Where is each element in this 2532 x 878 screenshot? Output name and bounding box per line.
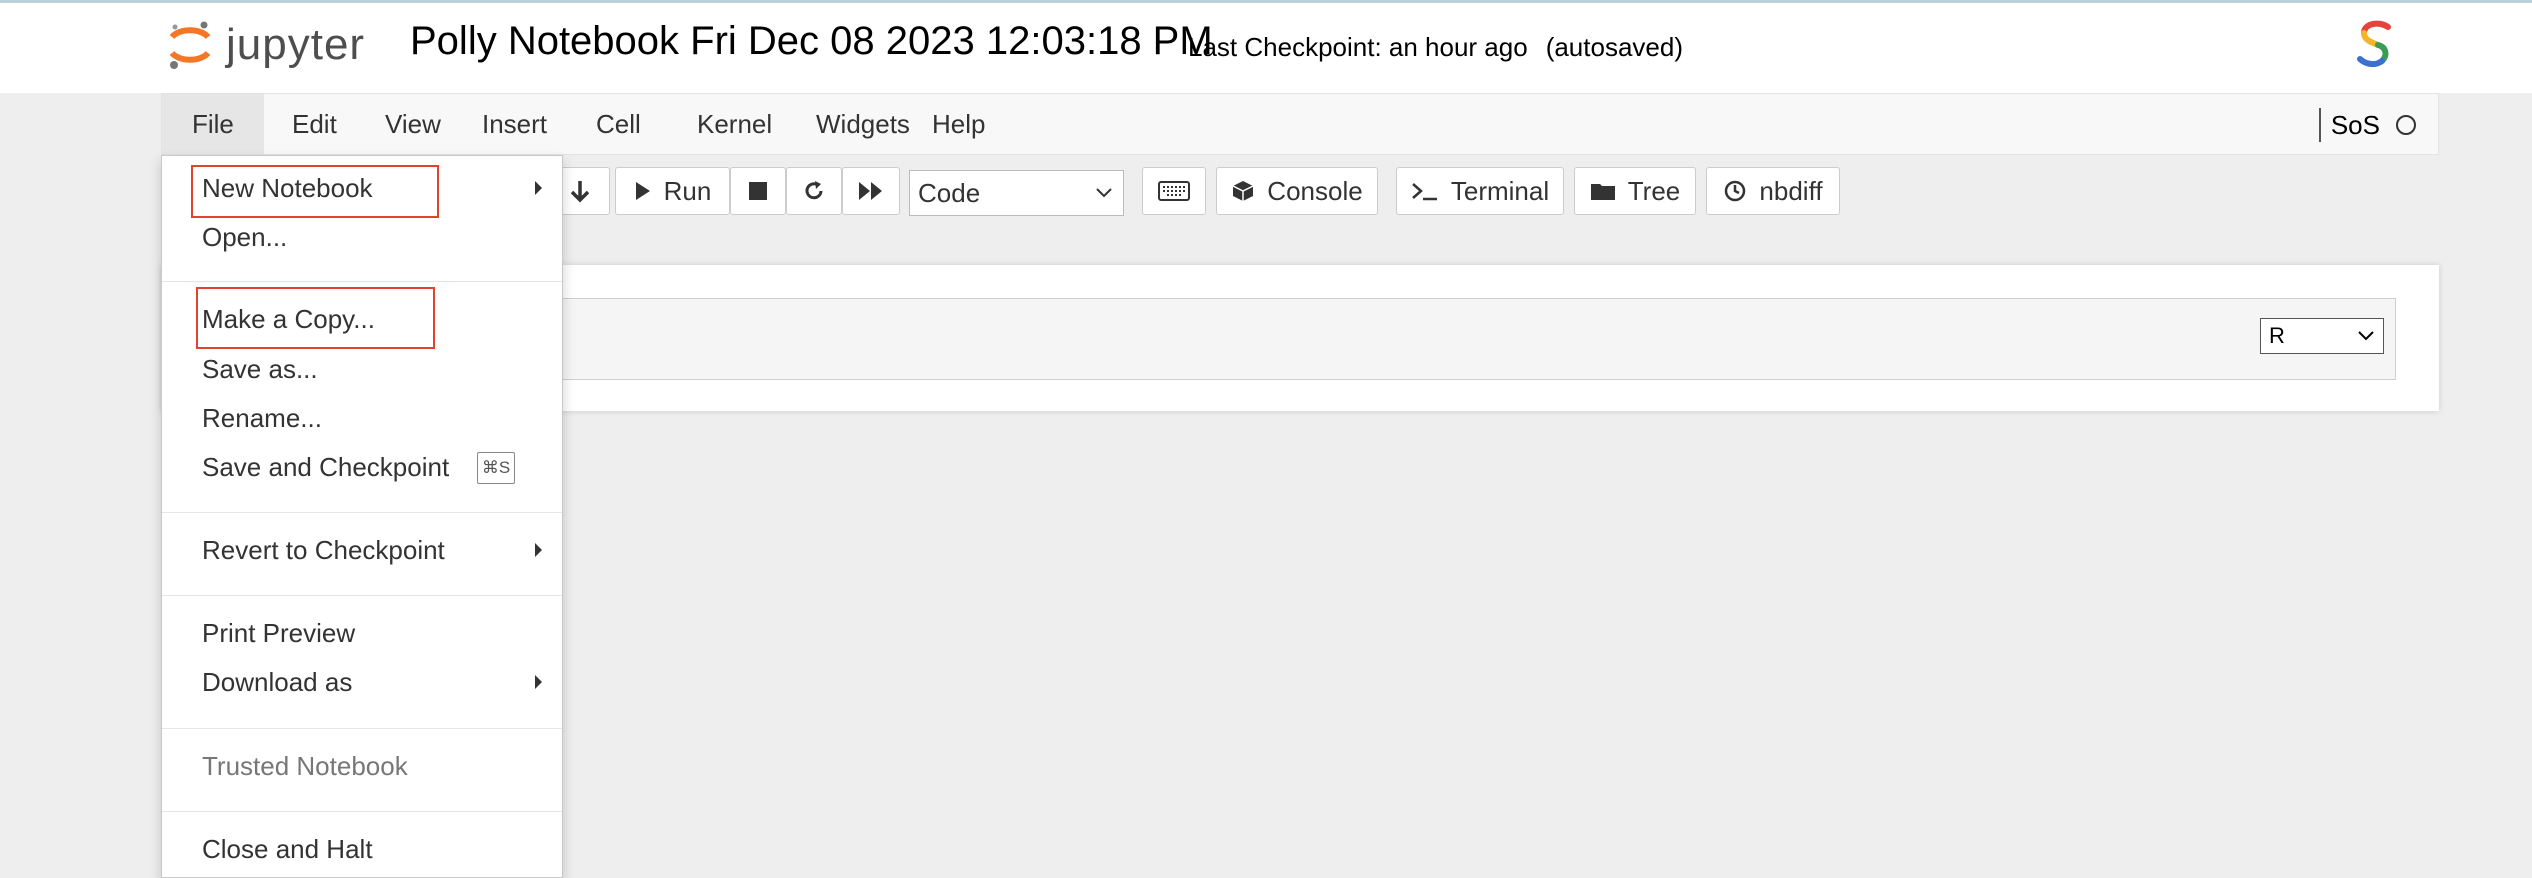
run-label: Run — [663, 175, 712, 206]
command-palette-button[interactable] — [1142, 167, 1206, 215]
cell-language-value: R — [2269, 323, 2285, 348]
keyboard-icon — [1158, 181, 1190, 201]
cell-type-select[interactable]: Code — [909, 170, 1124, 216]
menu-item-trusted-notebook: Trusted Notebook — [202, 751, 408, 781]
menu-divider — [162, 512, 562, 513]
tree-button[interactable]: Tree — [1574, 167, 1696, 215]
nbdiff-button[interactable]: nbdiff — [1706, 167, 1840, 215]
stop-icon — [748, 181, 768, 201]
menu-item-save-checkpoint[interactable]: Save and Checkpoint — [202, 451, 449, 483]
menu-item-revert-checkpoint[interactable]: Revert to Checkpoint — [202, 534, 445, 566]
menu-item-rename[interactable]: Rename... — [202, 402, 322, 434]
terminal-label: Terminal — [1450, 175, 1550, 206]
nbdiff-label: nbdiff — [1759, 175, 1823, 206]
kernel-indicator[interactable]: SoS — [2318, 108, 2416, 142]
restart-icon — [802, 179, 826, 203]
notebook-header: jupyter Polly Notebook Fri Dec 08 2023 1… — [0, 0, 2532, 93]
jupyter-logo[interactable]: jupyter — [166, 15, 365, 75]
arrow-down-icon — [569, 179, 591, 203]
submenu-caret-icon — [535, 181, 542, 195]
menu-insert[interactable]: Insert — [452, 94, 577, 154]
menu-item-download-as[interactable]: Download as — [202, 666, 352, 698]
cell-type-value: Code — [918, 178, 981, 208]
cell-language-select[interactable]: R — [2260, 318, 2384, 354]
menu-item-print-preview[interactable]: Print Preview — [202, 617, 355, 649]
chevron-down-icon — [1095, 171, 1113, 228]
tree-label: Tree — [1627, 175, 1681, 206]
checkpoint-status: Last Checkpoint: an hour ago (autosaved) — [1188, 32, 1683, 63]
interrupt-button[interactable] — [730, 167, 786, 215]
clock-icon — [1723, 179, 1747, 203]
menu-divider — [162, 728, 562, 729]
fast-forward-icon — [857, 180, 885, 202]
checkpoint-text: Last Checkpoint: an hour ago — [1188, 32, 1528, 62]
jupyter-logo-text: jupyter — [226, 20, 366, 69]
cube-icon — [1231, 179, 1255, 203]
jupyter-logo-icon — [169, 21, 211, 69]
notebook-title[interactable]: Polly Notebook Fri Dec 08 2023 12:03:18 … — [410, 19, 1213, 64]
submenu-caret-icon — [535, 543, 542, 557]
kernel-separator — [2318, 108, 2321, 142]
menu-kernel[interactable]: Kernel — [667, 94, 802, 154]
restart-run-all-button[interactable] — [842, 167, 900, 215]
menu-divider — [162, 811, 562, 812]
terminal-button[interactable]: Terminal — [1396, 167, 1564, 215]
kernel-idle-icon — [2396, 115, 2416, 135]
notebook-cell[interactable] — [338, 298, 2396, 380]
menu-item-save-as[interactable]: Save as... — [202, 353, 318, 385]
menu-divider — [162, 281, 562, 282]
menu-file[interactable]: File — [162, 94, 264, 154]
menu-item-new-notebook[interactable]: New Notebook — [202, 172, 373, 204]
menu-help[interactable]: Help — [902, 94, 1015, 154]
submenu-caret-icon — [535, 675, 542, 689]
run-button[interactable]: Run — [615, 167, 730, 215]
menu-cell[interactable]: Cell — [566, 94, 671, 154]
file-menu-dropdown: New Notebook Open... Make a Copy... Save… — [161, 155, 563, 878]
menu-item-open[interactable]: Open... — [202, 221, 287, 253]
play-icon — [634, 180, 652, 202]
menu-divider — [162, 595, 562, 596]
restart-button[interactable] — [786, 167, 842, 215]
console-label: Console — [1267, 175, 1363, 206]
menu-edit[interactable]: Edit — [262, 94, 367, 154]
menu-item-close-halt[interactable]: Close and Halt — [202, 833, 373, 865]
chevron-down-icon — [2357, 319, 2375, 363]
save-shortcut-badge: ⌘S — [477, 452, 515, 484]
kernel-name: SoS — [2330, 109, 2380, 140]
menu-item-make-copy[interactable]: Make a Copy... — [202, 303, 375, 335]
autosave-status: (autosaved) — [1545, 32, 1683, 62]
folder-icon — [1590, 180, 1616, 202]
menubar: File Edit View Insert Cell Kernel Widget… — [161, 93, 2439, 155]
terminal-icon — [1411, 181, 1439, 201]
console-button[interactable]: Console — [1216, 167, 1378, 215]
sos-logo-icon — [2357, 20, 2391, 68]
